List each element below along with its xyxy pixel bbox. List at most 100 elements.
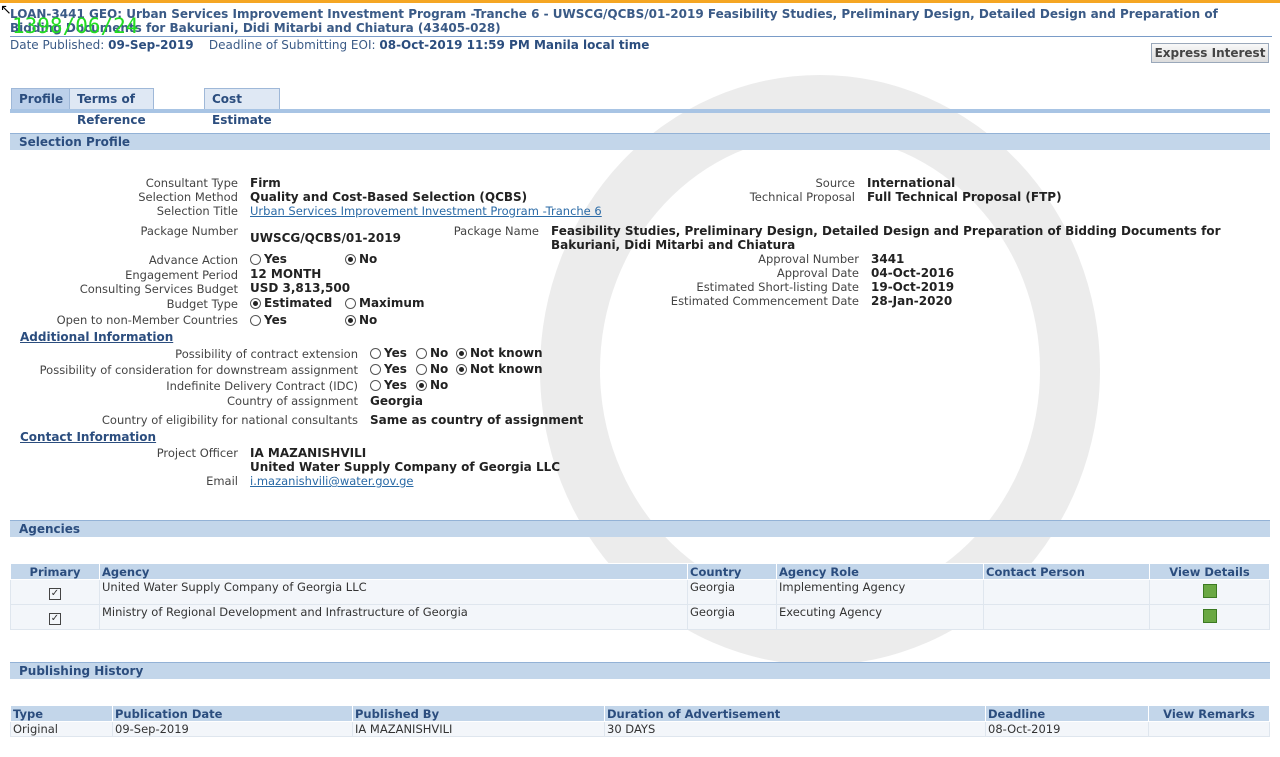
radio-label: Estimated bbox=[264, 296, 333, 310]
selection-title-link[interactable]: Urban Services Improvement Investment Pr… bbox=[250, 204, 602, 218]
country-cell: Georgia bbox=[687, 579, 777, 605]
advance-action-label: Advance Action bbox=[148, 253, 238, 267]
role-cell: Executing Agency bbox=[776, 604, 984, 630]
checkbox-checked-icon[interactable]: ✓ bbox=[49, 612, 61, 625]
col-publication-date: Publication Date bbox=[112, 705, 353, 722]
advance-action-no-radio[interactable]: No bbox=[345, 252, 377, 266]
email-link[interactable]: i.mazanishvili@water.gov.ge bbox=[250, 474, 413, 488]
radio-label: Not known bbox=[470, 346, 543, 360]
idc-no-radio[interactable]: No bbox=[416, 378, 448, 392]
budget-label: Consulting Services Budget bbox=[79, 282, 238, 296]
col-contact-person: Contact Person bbox=[983, 563, 1150, 580]
budget-value: USD 3,813,500 bbox=[250, 281, 351, 295]
publication-date-cell: 09-Sep-2019 bbox=[112, 721, 353, 737]
col-country: Country bbox=[687, 563, 777, 580]
idc-yes-radio[interactable]: Yes bbox=[370, 378, 407, 392]
published-by-cell: IA MAZANISHVILI bbox=[352, 721, 605, 737]
advance-action-yes-radio[interactable]: Yes bbox=[250, 252, 287, 266]
primary-cell: ✓ bbox=[10, 604, 100, 630]
downstream-no-radio[interactable]: No bbox=[416, 362, 448, 376]
additional-information-heading[interactable]: Additional Information bbox=[20, 330, 173, 344]
contact-cell bbox=[983, 579, 1150, 605]
engagement-period-value: 12 MONTH bbox=[250, 267, 322, 281]
express-interest-button[interactable]: Express Interest bbox=[1151, 43, 1269, 63]
table-header-row: Primary Agency Country Agency Role Conta… bbox=[10, 563, 1270, 580]
table-row: ✓ Ministry of Regional Development and I… bbox=[10, 604, 1270, 630]
top-accent-bar bbox=[0, 0, 1280, 3]
package-number-value: UWSCG/QCBS/01-2019 bbox=[250, 231, 401, 245]
package-name-value: Feasibility Studies, Preliminary Design,… bbox=[551, 224, 1221, 252]
open-no-radio[interactable]: No bbox=[345, 313, 377, 327]
radio-label: No bbox=[430, 346, 449, 360]
view-details-cell bbox=[1149, 604, 1270, 630]
radio-label: No bbox=[430, 378, 449, 392]
duration-cell: 30 DAYS bbox=[604, 721, 986, 737]
open-yes-radio[interactable]: Yes bbox=[250, 313, 287, 327]
deadline-value: 08-Oct-2019 11:59 PM Manila local time bbox=[379, 38, 650, 52]
radio-label: No bbox=[359, 313, 378, 327]
table-row: ✓ United Water Supply Company of Georgia… bbox=[10, 579, 1270, 605]
extension-not-known-radio[interactable]: Not known bbox=[456, 346, 543, 360]
radio-off-icon bbox=[416, 348, 427, 359]
date-stamp-overlay: 1398/06/24 bbox=[12, 14, 139, 38]
country-cell: Georgia bbox=[687, 604, 777, 630]
extension-no-radio[interactable]: No bbox=[416, 346, 448, 360]
page-title: LOAN-3441 GEO: Urban Services Improvemen… bbox=[10, 7, 1272, 37]
radio-on-icon bbox=[456, 348, 467, 359]
radio-on-icon bbox=[456, 364, 467, 375]
col-deadline: Deadline bbox=[985, 705, 1149, 722]
col-agency-role: Agency Role bbox=[776, 563, 984, 580]
view-details-cell bbox=[1149, 579, 1270, 605]
radio-off-icon bbox=[370, 380, 381, 391]
selection-title-label: Selection Title bbox=[156, 204, 238, 218]
open-non-member-label: Open to non-Member Countries bbox=[56, 313, 238, 327]
agency-cell: United Water Supply Company of Georgia L… bbox=[99, 579, 688, 605]
radio-off-icon bbox=[250, 315, 261, 326]
role-cell: Implementing Agency bbox=[776, 579, 984, 605]
officer-company-value: United Water Supply Company of Georgia L… bbox=[250, 460, 561, 474]
section-header-publishing-history: Publishing History bbox=[10, 662, 1270, 679]
contact-information-heading[interactable]: Contact Information bbox=[20, 430, 156, 444]
extension-yes-radio[interactable]: Yes bbox=[370, 346, 407, 360]
radio-label: Yes bbox=[384, 378, 407, 392]
shortlisting-date-value: 19-Oct-2019 bbox=[871, 280, 955, 294]
col-primary: Primary bbox=[10, 563, 100, 580]
downstream-not-known-radio[interactable]: Not known bbox=[456, 362, 543, 376]
radio-label: Not known bbox=[470, 362, 543, 376]
selection-method-label: Selection Method bbox=[138, 190, 238, 204]
col-agency: Agency bbox=[99, 563, 688, 580]
email-label: Email bbox=[206, 474, 238, 488]
primary-cell: ✓ bbox=[10, 579, 100, 605]
view-details-icon[interactable] bbox=[1202, 608, 1217, 623]
table-row: Original 09-Sep-2019 IA MAZANISHVILI 30 … bbox=[10, 721, 1270, 737]
eligibility-label: Country of eligibility for national cons… bbox=[101, 413, 358, 427]
date-published-label: Date Published: bbox=[10, 38, 105, 52]
deadline-label: Deadline of Submitting EOI: bbox=[208, 38, 376, 52]
checkbox-checked-icon[interactable]: ✓ bbox=[49, 587, 61, 600]
source-label: Source bbox=[815, 176, 856, 190]
radio-off-icon bbox=[345, 298, 356, 309]
downstream-yes-radio[interactable]: Yes bbox=[370, 362, 407, 376]
col-published-by: Published By bbox=[352, 705, 605, 722]
radio-label: No bbox=[430, 362, 449, 376]
tab-cost-estimate[interactable]: Cost Estimate bbox=[204, 88, 280, 127]
package-name-label: Package Name bbox=[453, 224, 539, 238]
col-type: Type bbox=[10, 705, 113, 722]
technical-proposal-label: Technical Proposal bbox=[749, 190, 855, 204]
view-remarks-cell bbox=[1148, 721, 1270, 737]
contract-extension-label: Possibility of contract extension bbox=[175, 347, 358, 361]
view-details-icon[interactable] bbox=[1202, 583, 1217, 598]
radio-off-icon bbox=[416, 364, 427, 375]
budget-type-estimated-radio[interactable]: Estimated bbox=[250, 296, 332, 310]
radio-label: No bbox=[359, 252, 378, 266]
tab-profile[interactable]: Profile bbox=[11, 88, 72, 110]
approval-number-value: 3441 bbox=[871, 252, 905, 266]
publishing-history-table: Type Publication Date Published By Durat… bbox=[10, 705, 1270, 737]
table-header-row: Type Publication Date Published By Durat… bbox=[10, 705, 1270, 722]
agency-cell: Ministry of Regional Development and Inf… bbox=[99, 604, 688, 630]
consultant-type-value: Firm bbox=[250, 176, 281, 190]
agencies-table: Primary Agency Country Agency Role Conta… bbox=[10, 563, 1270, 630]
budget-type-maximum-radio[interactable]: Maximum bbox=[345, 296, 424, 310]
country-of-assignment-label: Country of assignment bbox=[227, 394, 358, 408]
tab-terms-of-reference[interactable]: Terms of Reference bbox=[69, 88, 154, 127]
